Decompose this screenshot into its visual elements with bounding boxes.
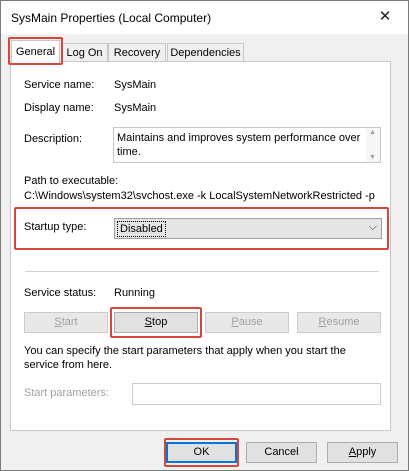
startup-type-label: Startup type:: [24, 221, 87, 233]
tab-recovery-label: Recovery: [113, 47, 161, 59]
start-parameters-input[interactable]: [132, 383, 381, 405]
start-button[interactable]: Start: [24, 312, 108, 333]
description-label: Description:: [24, 133, 83, 145]
startup-type-value: Disabled: [117, 221, 166, 237]
service-status-value: Running: [114, 287, 155, 299]
description-text: Maintains and improves system performanc…: [117, 132, 361, 158]
path-value: C:\Windows\system32\svchost.exe -k Local…: [24, 190, 375, 202]
tab-log-on-label: Log On: [66, 47, 103, 59]
title-bar: SysMain Properties (Local Computer) ✕: [1, 1, 408, 34]
start-parameters-help: You can specify the start parameters tha…: [24, 345, 346, 371]
description-scrollbar[interactable]: ▲ ▼: [366, 128, 380, 162]
path-label: Path to executable:: [24, 175, 119, 187]
service-status-label: Service status:: [24, 287, 97, 299]
stop-button[interactable]: Stop: [114, 312, 198, 333]
tab-general[interactable]: General: [11, 40, 60, 63]
close-icon[interactable]: ✕: [371, 5, 399, 29]
tab-dependencies-label: Dependencies: [170, 47, 241, 59]
tab-recovery[interactable]: Recovery: [108, 43, 166, 62]
startup-type-select[interactable]: Disabled ⌵: [114, 218, 382, 239]
chevron-down-icon: ⌵: [368, 221, 377, 233]
scroll-down-icon[interactable]: ▼: [369, 154, 376, 161]
ok-button[interactable]: OK: [166, 442, 237, 463]
tab-dependencies[interactable]: Dependencies: [167, 43, 244, 62]
properties-dialog: SysMain Properties (Local Computer) ✕ Ge…: [0, 0, 409, 471]
display-name-value: SysMain: [114, 102, 157, 114]
general-panel: [10, 61, 391, 431]
description-box[interactable]: Maintains and improves system performanc…: [113, 127, 381, 163]
tab-general-label: General: [15, 46, 56, 58]
scroll-up-icon[interactable]: ▲: [369, 129, 376, 136]
cancel-button[interactable]: Cancel: [246, 442, 317, 463]
window-title: SysMain Properties (Local Computer): [11, 11, 212, 25]
service-name-value: SysMain: [114, 79, 157, 91]
apply-button[interactable]: Apply: [327, 442, 398, 463]
pause-button[interactable]: Pause: [205, 312, 289, 333]
resume-button[interactable]: Resume: [297, 312, 381, 333]
section-divider: [25, 271, 379, 272]
service-name-label: Service name:: [24, 79, 95, 91]
start-parameters-label: Start parameters:: [24, 387, 109, 399]
tab-log-on[interactable]: Log On: [61, 43, 108, 62]
display-name-label: Display name:: [24, 102, 94, 114]
